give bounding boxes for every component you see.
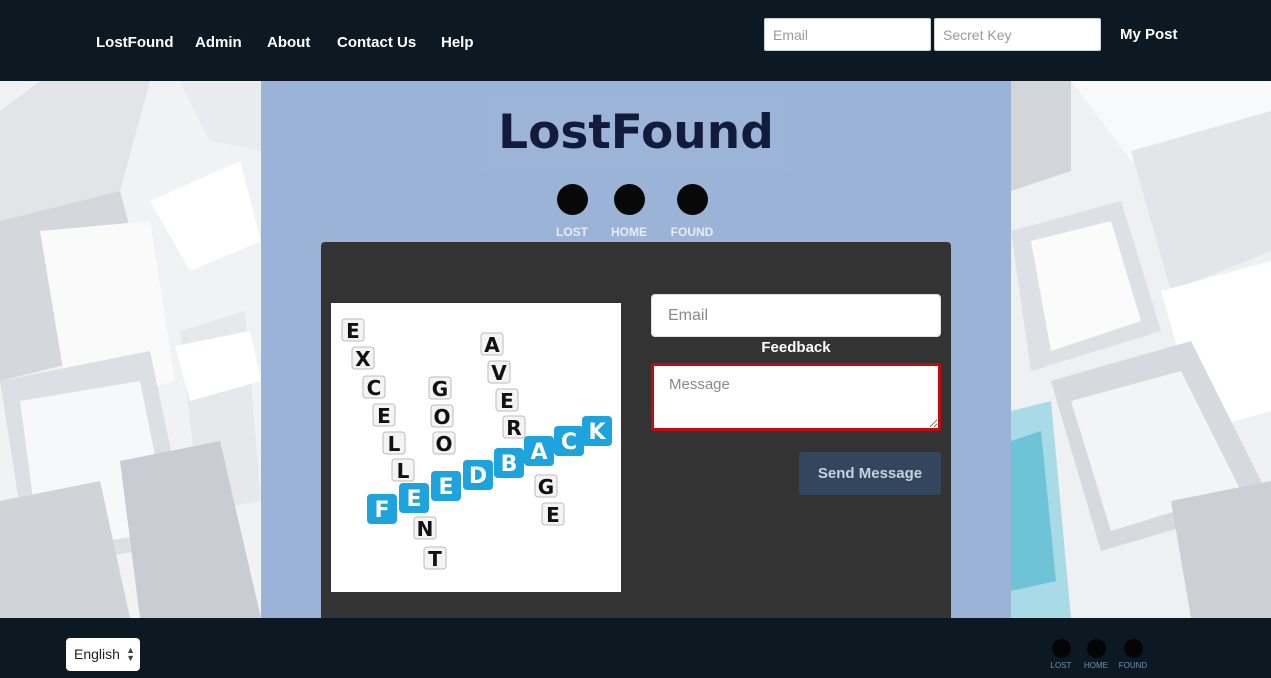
hero-nav-home[interactable]: HOME [599, 184, 659, 239]
nav-link-help[interactable]: Help [441, 34, 474, 51]
hero-nav-found[interactable]: FOUND [662, 184, 722, 239]
tile-letter: O [435, 432, 452, 456]
footer-nav-home[interactable]: HOME [1078, 639, 1114, 670]
tile-letter: F [374, 498, 389, 523]
language-select[interactable]: English ▲ ▼ [66, 638, 140, 671]
tile-letter: G [538, 475, 554, 499]
tile-letter: O [433, 405, 450, 429]
tile-letter: K [588, 420, 606, 445]
my-post-link[interactable]: My Post [1120, 26, 1178, 43]
feedback-image: E X C E L L N T G O O A V E R G E F E E … [331, 303, 621, 592]
background-scenery-left [0, 81, 261, 618]
found-circle-icon [676, 184, 708, 215]
nav-link-admin[interactable]: Admin [195, 34, 242, 51]
tile-letter: C [561, 430, 577, 455]
abstract-cubes-left [0, 81, 261, 618]
tile-letter: R [506, 416, 521, 440]
site-title: LostFound [483, 97, 789, 172]
footer-nav-lost-label: LOST [1050, 661, 1072, 670]
tile-letter: A [530, 440, 547, 465]
tile-letter: C [367, 376, 382, 400]
background-scenery-right [1011, 81, 1271, 618]
tile-letter: X [355, 347, 371, 371]
footer-nav-found[interactable]: FOUND [1115, 639, 1151, 670]
abstract-cubes-right [1011, 81, 1271, 618]
tile-letter: E [438, 475, 453, 500]
tile-letter: E [377, 404, 391, 428]
hero-nav-lost[interactable]: LOST [542, 184, 602, 239]
hero-nav-found-label: FOUND [670, 225, 714, 239]
login-email-input[interactable] [764, 18, 931, 51]
hero-nav-lost-label: LOST [556, 225, 588, 239]
footer-nav-lost[interactable]: LOST [1043, 639, 1079, 670]
hero-nav-home-label: HOME [611, 225, 647, 239]
feedback-crossword-illustration: E X C E L L N T G O O A V E R G E F E E … [341, 318, 612, 571]
home-circle-icon [613, 184, 645, 215]
tile-letter: T [428, 547, 442, 571]
tile-letter: B [501, 452, 518, 477]
lost-circle-icon [1051, 639, 1071, 658]
tile-letter: A [484, 333, 500, 357]
tile-letter: L [388, 432, 401, 456]
nav-link-about[interactable]: About [267, 34, 310, 51]
tile-letter: D [469, 464, 487, 489]
nav-link-contact-us[interactable]: Contact Us [337, 34, 416, 51]
found-circle-icon [1123, 639, 1143, 658]
tile-letter: E [406, 487, 421, 512]
nav-link-lostfound[interactable]: LostFound [96, 34, 173, 51]
tile-letter: E [346, 319, 360, 343]
feedback-label: Feedback [761, 339, 831, 356]
footer-nav-home-label: HOME [1084, 661, 1108, 670]
language-select-value: English [74, 646, 120, 662]
chevron-up-down-icon: ▲ ▼ [126, 645, 135, 663]
average-tiles: A V E R G E [480, 332, 565, 527]
tile-letter: V [491, 361, 507, 385]
lost-circle-icon [556, 184, 588, 215]
feedback-email-input[interactable] [651, 294, 941, 337]
top-navbar: LostFound Admin About Contact Us Help My… [0, 0, 1271, 81]
tile-letter: N [417, 517, 434, 541]
home-circle-icon [1086, 639, 1106, 658]
tile-letter: E [500, 389, 514, 413]
secret-key-input[interactable] [934, 18, 1101, 51]
good-tiles: G O O [428, 376, 456, 456]
tile-letter: E [546, 503, 560, 527]
excellent-tiles: E X C E L L N T [341, 318, 447, 571]
tile-letter: G [432, 377, 448, 401]
tile-letter: L [397, 459, 410, 483]
send-message-button[interactable]: Send Message [799, 452, 941, 495]
feedback-message-textarea[interactable] [651, 363, 941, 431]
footer-nav-found-label: FOUND [1118, 661, 1148, 670]
